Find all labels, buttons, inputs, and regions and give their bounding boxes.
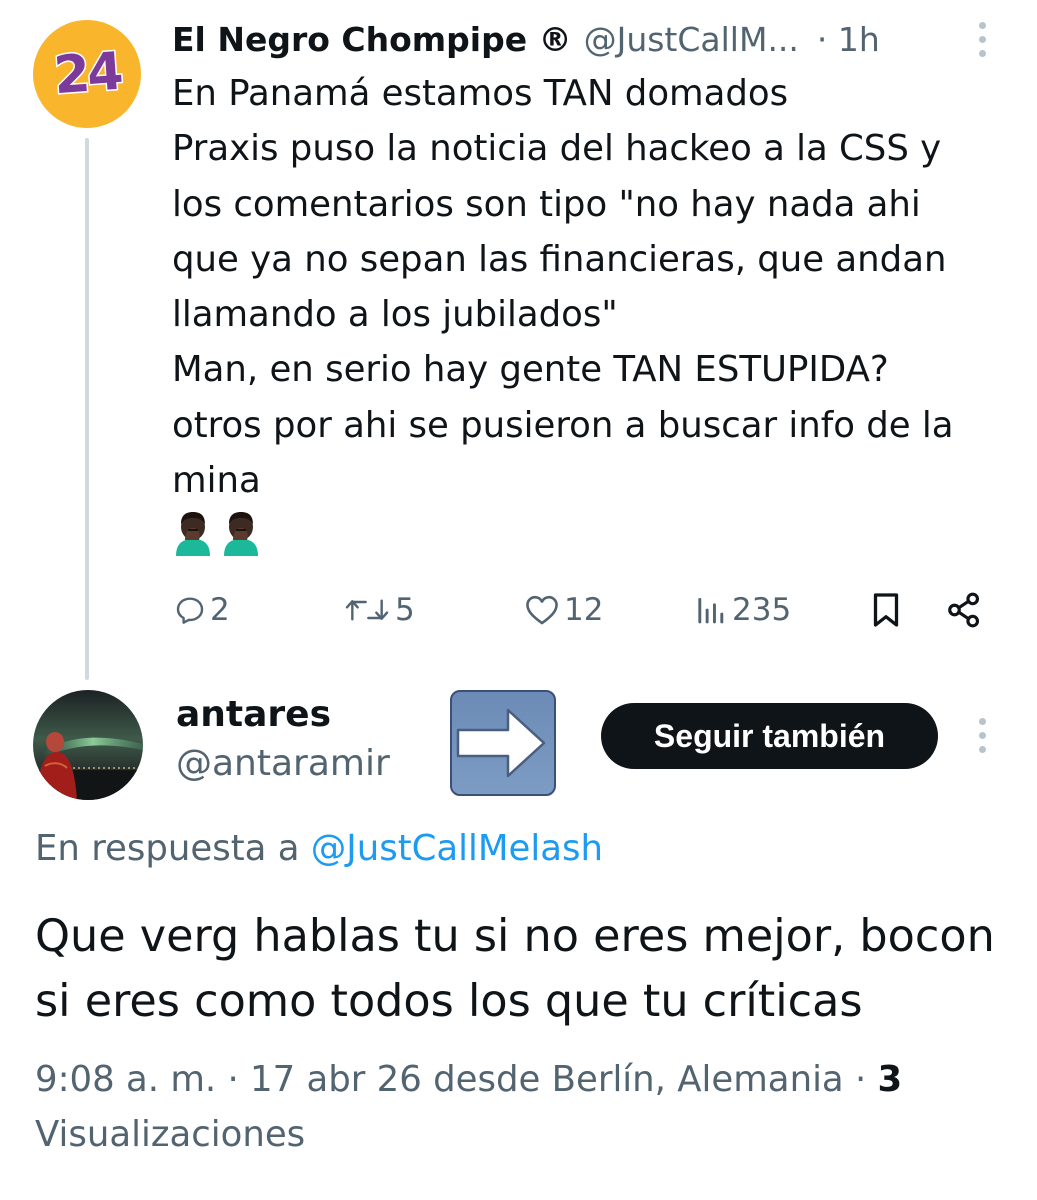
reply-author-name[interactable]: antares	[176, 694, 331, 735]
reply-to-prefix: En respuesta a	[35, 828, 300, 869]
tweet-datetime-location[interactable]: 9:08 a. m. · 17 abr 26 desde Berlín, Ale…	[35, 1059, 878, 1100]
views-button[interactable]: 235	[694, 580, 791, 640]
tweet-line: mina	[172, 460, 261, 502]
follow-also-button[interactable]: Seguir también	[601, 703, 938, 769]
heart-icon	[526, 595, 558, 625]
avatar-photo	[33, 690, 143, 800]
tweet-line: que ya no sepan las financieras, que and…	[172, 238, 947, 280]
right-arrow-icon	[450, 690, 556, 796]
man-facepalming-emoji-icon	[176, 512, 210, 556]
tweet-line: otros por ahi se pusieron a buscar info …	[172, 404, 954, 446]
vertical-ellipsis-icon[interactable]	[977, 22, 987, 57]
reply-to-mention-link[interactable]: @JustCallMelash	[311, 828, 603, 869]
reply-tweet-text: Que verg hablas tu si no eres mejor, boc…	[35, 904, 1025, 1034]
reply-author-handle[interactable]: @antaramir	[176, 743, 390, 784]
share-icon	[948, 592, 980, 628]
like-button[interactable]: 12	[524, 580, 603, 640]
tweet-line: llamando a los jubilados"	[172, 294, 618, 336]
tweet-line: En Panamá estamos TAN domados	[172, 73, 789, 114]
like-count: 12	[564, 592, 604, 628]
parent-author-name[interactable]: El Negro Chompipe ®	[172, 20, 572, 59]
tweet-line: Que verg hablas tu si no eres mejor, boc…	[35, 911, 995, 962]
avatar-24[interactable]: 24	[33, 20, 141, 128]
tweet-line: los comentarios son tipo "no hay nada ah…	[172, 183, 921, 225]
parent-tweet-header: El Negro Chompipe ® @JustCallM... · 1h	[172, 14, 992, 64]
bookmark-icon	[873, 593, 899, 627]
avatar[interactable]	[33, 690, 143, 800]
reply-context: En respuesta a @JustCallMelash	[35, 828, 603, 869]
tweet-line: Man, en serio hay gente TAN ESTUPIDA?	[172, 349, 889, 391]
repost-button[interactable]: 5	[343, 580, 415, 640]
repost-count: 5	[395, 592, 415, 628]
reply-count: 2	[210, 592, 230, 628]
emoji-row	[172, 510, 262, 556]
meta-views-count: 3	[877, 1059, 903, 1100]
bar-chart-icon	[698, 598, 724, 624]
parent-author-handle[interactable]: @JustCallM...	[584, 20, 799, 59]
speech-bubble-icon	[176, 597, 204, 624]
tweet-meta: 9:08 a. m. · 17 abr 26 desde Berlín, Ale…	[35, 1052, 1025, 1162]
vertical-ellipsis-icon[interactable]	[977, 718, 987, 753]
reply-button[interactable]: 2	[174, 580, 230, 640]
man-facepalming-emoji-icon	[224, 512, 258, 556]
meta-views-label: Visualizaciones	[35, 1114, 306, 1155]
avatar-text: 24	[50, 40, 123, 107]
parent-timestamp[interactable]: · 1h	[817, 20, 880, 59]
tweet-line: Praxis puso la noticia del hackeo a la C…	[172, 128, 942, 170]
tweet-line: si eres como todos los que tu críticas	[35, 976, 863, 1027]
repost-arrows-icon	[345, 599, 389, 621]
bookmark-button[interactable]	[870, 580, 902, 640]
tweet-action-bar: 2 5 12 235	[0, 580, 1037, 640]
parent-tweet-text: En Panamá estamos TAN domados Praxis pus…	[172, 66, 1012, 508]
views-count: 235	[732, 592, 792, 628]
share-button[interactable]	[945, 580, 983, 640]
